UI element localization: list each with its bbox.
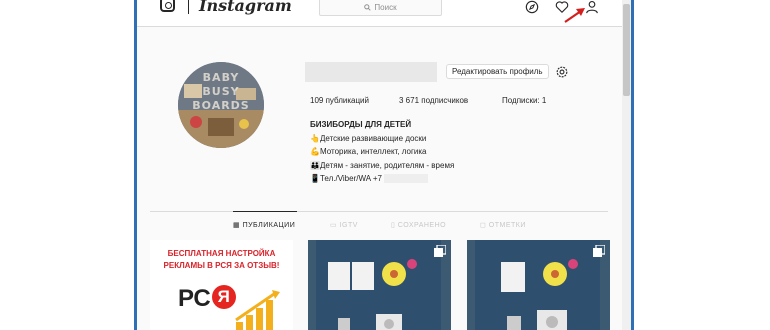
search-placeholder: Поиск [374, 2, 397, 12]
bookmark-icon: ▯ [391, 222, 398, 229]
tag-icon: ◻ [480, 222, 489, 229]
tab-igtv[interactable]: ▭ IGTV [330, 221, 358, 229]
grid-icon: ▦ [233, 222, 243, 229]
busyboard-photo [467, 240, 610, 330]
post-thumbnail-busyboard[interactable] [308, 240, 451, 330]
profile-bio: БИЗИБОРДЫ ДЛЯ ДЕТЕЙ 👆Детские развивающие… [310, 118, 454, 186]
carousel-icon [593, 245, 605, 257]
settings-gear-icon[interactable] [555, 65, 569, 79]
carousel-icon [434, 245, 446, 257]
growth-chart-graphic [235, 290, 280, 330]
family-emoji-icon: 👪 [310, 160, 320, 170]
avatar-logo-text: BABY BUSY BOARDS [192, 71, 250, 112]
bio-line: 💪Моторика, интеллект, логика [310, 147, 427, 156]
bio-line: 📱Тел./Viber/WA +7 [310, 172, 454, 186]
phone-number-blurred [383, 174, 428, 184]
logo-divider [188, 0, 189, 14]
username-blurred [305, 62, 437, 82]
tab-posts[interactable]: ▦ ПУБЛИКАЦИИ [233, 221, 295, 229]
ad-headline: БЕСПЛАТНАЯ НАСТРОЙКА РЕКЛАМЫ В РСЯ ЗА ОТ… [163, 249, 280, 270]
active-tab-indicator [233, 211, 297, 212]
tv-icon: ▭ [330, 222, 340, 229]
edit-profile-button[interactable]: Редактировать профиль [446, 64, 549, 79]
instagram-profile-page: Instagram Поиск BABY BUSY BOARDS Редакти… [137, 0, 622, 330]
muscle-emoji-icon: 💪 [310, 147, 320, 156]
window-frame-right [631, 0, 634, 330]
profile-avatar[interactable]: BABY BUSY BOARDS [178, 62, 264, 148]
user-profile-icon[interactable] [585, 0, 599, 14]
annotation-arrow [564, 8, 585, 23]
rsya-logo: РС Я [178, 285, 236, 313]
post-thumbnail-busyboard-2[interactable] [467, 240, 610, 330]
compass-icon[interactable] [525, 0, 539, 14]
following-count[interactable]: Подписки: 1 [502, 96, 546, 105]
bio-name: БИЗИБОРДЫ ДЛЯ ДЕТЕЙ [310, 120, 412, 129]
instagram-camera-icon[interactable] [160, 0, 175, 12]
bio-line: 👪Детям - занятие, родителям - время [310, 160, 455, 170]
tab-saved[interactable]: ▯ СОХРАНЕНО [391, 221, 446, 229]
instagram-logo[interactable]: Instagram [199, 0, 292, 15]
scrollbar-thumb[interactable] [623, 4, 630, 96]
tab-tagged[interactable]: ◻ ОТМЕТКИ [480, 221, 526, 229]
post-thumbnail-ad[interactable]: БЕСПЛАТНАЯ НАСТРОЙКА РЕКЛАМЫ В РСЯ ЗА ОТ… [150, 240, 293, 330]
hand-emoji-icon: 👆 [310, 133, 320, 143]
phone-emoji-icon: 📱 [310, 174, 320, 183]
page-scrollbar[interactable] [622, 0, 631, 330]
bio-line: 👆Детские развивающие доски [310, 133, 427, 143]
posts-count[interactable]: 109 публикаций [310, 96, 369, 105]
search-input[interactable]: Поиск [319, 0, 442, 16]
followers-count[interactable]: 3 671 подписчиков [399, 96, 468, 105]
search-icon [364, 3, 372, 11]
top-navbar: Instagram Поиск [137, 0, 622, 27]
tabs-divider [150, 211, 608, 212]
busyboard-photo [308, 240, 451, 330]
